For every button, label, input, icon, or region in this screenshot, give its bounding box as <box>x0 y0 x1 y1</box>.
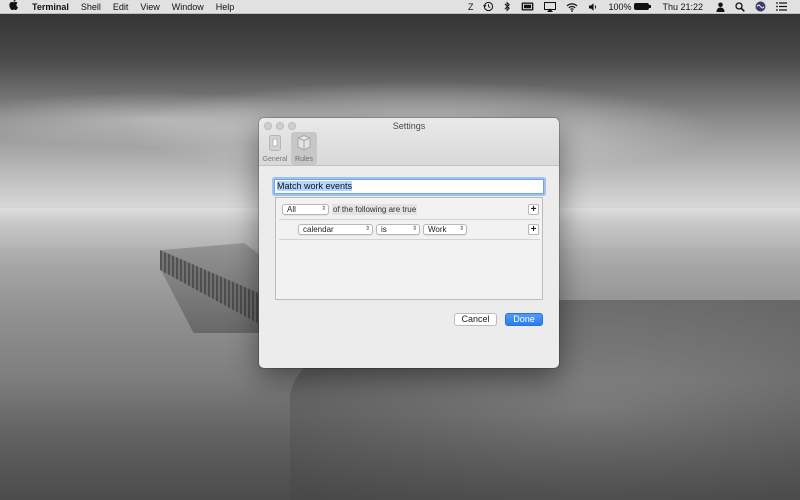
condition-operator-select[interactable]: is ⇕ <box>376 224 420 235</box>
done-button[interactable]: Done <box>505 313 543 326</box>
chevron-updown-icon: ⇕ <box>458 226 464 232</box>
rules-editor: All ⇕ of the following are true + calend… <box>275 197 543 300</box>
siri-icon[interactable] <box>750 1 771 12</box>
rule-name-value: Match work events <box>277 181 353 191</box>
rule-header-text: of the following are true <box>332 204 418 215</box>
condition-value-value: Work <box>428 225 447 234</box>
user-icon[interactable] <box>711 2 730 12</box>
input-source-indicator[interactable]: Z <box>463 0 479 14</box>
rule-header-row: All ⇕ of the following are true + <box>279 200 540 220</box>
time-machine-icon[interactable] <box>478 1 499 12</box>
condition-field-value: calendar <box>303 225 334 234</box>
menu-shell[interactable]: Shell <box>75 0 107 14</box>
rule-condition-row: calendar ⇕ is ⇕ Work ⇕ + <box>279 220 540 240</box>
apple-icon[interactable] <box>0 0 26 14</box>
menu-app-terminal[interactable]: Terminal <box>26 0 75 14</box>
wifi-icon[interactable] <box>561 2 583 12</box>
tab-general[interactable]: General <box>262 132 288 165</box>
condition-field-select[interactable]: calendar ⇕ <box>298 224 373 235</box>
window-titlebar[interactable]: Settings General Rules <box>259 118 559 166</box>
bluetooth-icon[interactable] <box>499 1 516 12</box>
match-all-select[interactable]: All ⇕ <box>282 204 329 215</box>
wallpaper-shadow <box>0 380 800 500</box>
cancel-button[interactable]: Cancel <box>454 313 497 326</box>
add-condition-button[interactable]: + <box>528 224 539 235</box>
notification-center-icon[interactable] <box>771 2 792 11</box>
rules-icon <box>297 134 311 151</box>
chevron-updown-icon: ⇕ <box>411 226 417 232</box>
clock-label[interactable]: Thu 21:22 <box>654 0 711 14</box>
menu-edit[interactable]: Edit <box>107 0 135 14</box>
volume-icon[interactable] <box>583 2 603 12</box>
chevron-updown-icon: ⇕ <box>364 226 370 232</box>
tab-rules-label: Rules <box>295 156 313 163</box>
menu-window[interactable]: Window <box>166 0 210 14</box>
add-rule-button[interactable]: + <box>528 204 539 215</box>
menu-view[interactable]: View <box>134 0 165 14</box>
match-all-select-value: All <box>287 205 296 214</box>
tab-general-label: General <box>262 156 288 163</box>
menu-help[interactable]: Help <box>210 0 241 14</box>
menu-bar: Terminal Shell Edit View Window Help Z 1… <box>0 0 800 14</box>
window-title: Settings <box>392 121 426 131</box>
spotlight-icon[interactable] <box>730 1 750 12</box>
display-icon[interactable] <box>516 2 539 11</box>
condition-operator-value: is <box>381 225 387 234</box>
battery-icon <box>634 3 652 10</box>
settings-window: Settings General Rules Match work events… <box>259 118 559 368</box>
chevron-updown-icon: ⇕ <box>320 206 326 212</box>
battery-percent-label: 100% <box>608 1 632 12</box>
battery-indicator[interactable]: 100% <box>603 0 654 14</box>
rule-name-field[interactable]: Match work events <box>274 179 544 194</box>
airplay-icon[interactable] <box>539 1 561 12</box>
condition-value-select[interactable]: Work ⇕ <box>423 224 467 235</box>
tab-rules[interactable]: Rules <box>291 132 317 165</box>
general-icon <box>269 135 281 151</box>
